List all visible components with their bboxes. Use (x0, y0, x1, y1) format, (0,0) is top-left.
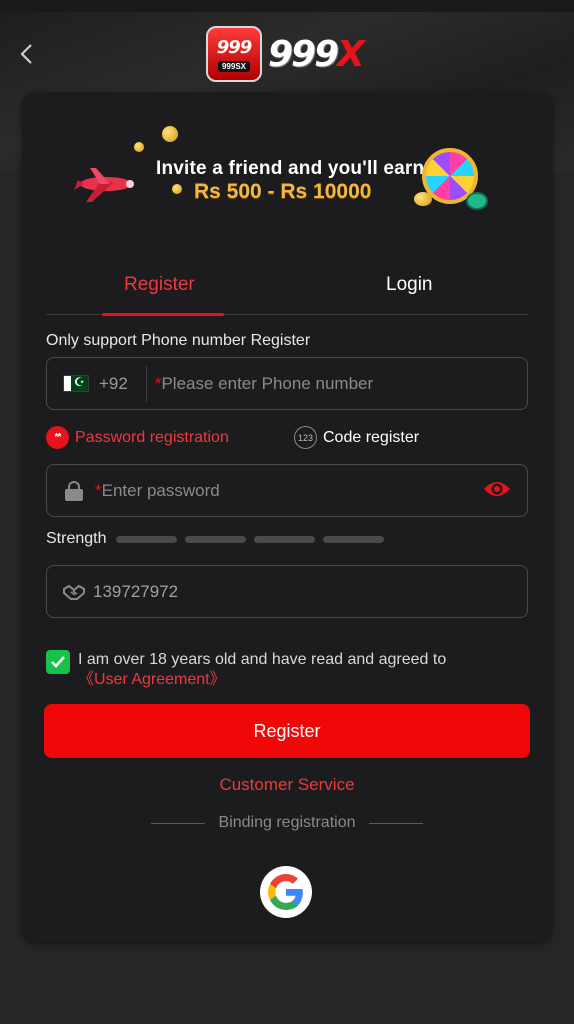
asterisks-icon: ** (46, 426, 69, 449)
coin-icon (414, 192, 432, 206)
password-input[interactable]: *Enter password (95, 481, 220, 501)
auth-tabs: Register Login (46, 262, 528, 316)
register-button[interactable]: Register (44, 704, 530, 758)
chips-icon (466, 192, 488, 210)
google-icon (268, 874, 303, 910)
strength-bar (254, 535, 316, 543)
handshake-icon (63, 584, 85, 600)
agreement-statement: I am over 18 years old and have read and… (78, 651, 447, 668)
airplane-icon (74, 168, 134, 202)
pakistan-flag-icon (63, 375, 89, 392)
password-strength-meter: Strength (46, 530, 385, 548)
banner-headline: Invite a friend and you'll earn (156, 158, 425, 179)
logo-badge-number: 999 (216, 36, 253, 58)
app-logo: 999 999SX 999X (206, 25, 365, 83)
invite-code-field[interactable]: 139727972 (46, 565, 528, 618)
code-register-label: Code register (323, 428, 420, 446)
divider-line (369, 822, 424, 824)
coin-icon (134, 142, 144, 152)
logo-wordmark: 999X (268, 33, 365, 75)
logo-wordmark-number: 999 (268, 33, 339, 75)
strength-bar (185, 535, 247, 543)
agreement-checkbox[interactable] (46, 650, 70, 674)
phone-register-hint: Only support Phone number Register (46, 332, 311, 349)
google-login-button[interactable] (260, 866, 312, 918)
invite-code-input[interactable]: 139727972 (93, 582, 178, 602)
agreement-text: I am over 18 years old and have read and… (78, 650, 446, 690)
password-registration-option[interactable]: ** Password registration (46, 426, 229, 449)
checkmark-icon (51, 656, 65, 668)
back-button[interactable] (12, 38, 40, 70)
strength-label: Strength (46, 530, 107, 547)
active-tab-indicator (102, 313, 224, 316)
logo-badge-label: 999SX (217, 60, 251, 72)
strength-bar (116, 535, 178, 543)
tab-login[interactable]: Login (386, 274, 433, 296)
chevron-left-icon (20, 44, 32, 64)
binding-registration-label: Binding registration (218, 814, 356, 831)
logo-badge: 999 999SX (206, 26, 262, 82)
phone-input[interactable]: *Please enter Phone number (155, 374, 373, 394)
tab-register[interactable]: Register (124, 274, 195, 296)
logo-wordmark-letter: X (337, 33, 365, 75)
eye-icon[interactable] (483, 479, 511, 499)
binding-registration-divider: Binding registration (140, 814, 434, 832)
country-code[interactable]: +92 (99, 374, 128, 394)
coin-icon (172, 184, 182, 194)
registration-method-options: ** Password registration 123 Code regist… (46, 426, 528, 454)
required-marker: * (95, 480, 102, 500)
password-field[interactable]: *Enter password (46, 464, 528, 517)
lock-icon (65, 480, 83, 501)
customer-service-link[interactable]: Customer Service (22, 775, 552, 795)
register-card: Invite a friend and you'll earn Rs 500 -… (22, 92, 552, 942)
phone-placeholder: Please enter Phone number (161, 373, 374, 393)
strength-bar (323, 535, 385, 543)
123-icon: 123 (294, 426, 317, 449)
password-registration-label: Password registration (75, 428, 229, 446)
invite-banner[interactable]: Invite a friend and you'll earn Rs 500 -… (70, 122, 506, 218)
user-agreement-link[interactable]: 《User Agreement》 (78, 671, 226, 688)
divider-line (150, 822, 205, 824)
field-divider (145, 365, 147, 402)
banner-amount: Rs 500 - Rs 10000 (194, 180, 372, 203)
coin-icon (162, 126, 178, 142)
password-placeholder: Enter password (101, 480, 220, 500)
phone-field[interactable]: +92 *Please enter Phone number (46, 357, 528, 410)
code-register-option[interactable]: 123 Code register (294, 426, 419, 449)
